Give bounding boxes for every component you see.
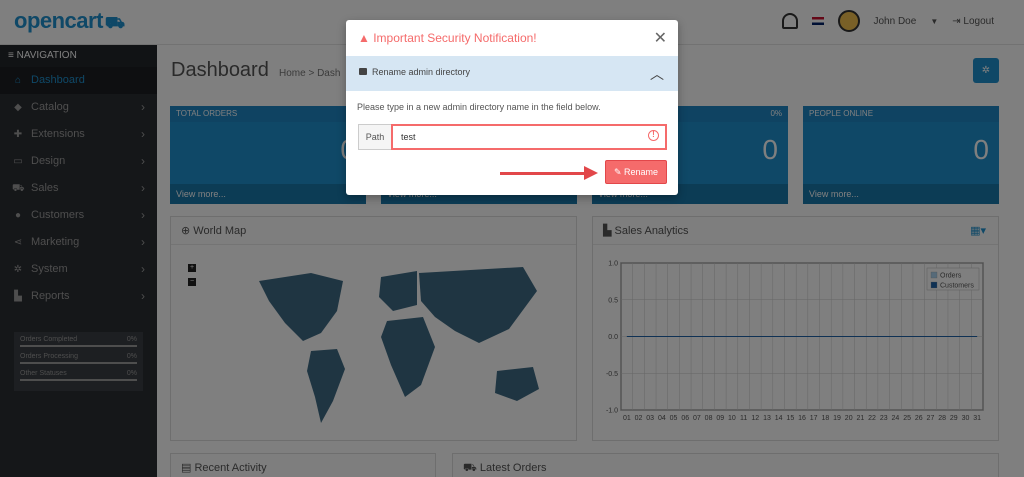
rename-button[interactable]: ✎ Rename: [605, 160, 667, 184]
security-notification-modal: ▲ Important Security Notification! ✕ Ren…: [346, 20, 678, 195]
chevron-up-icon[interactable]: ︿: [650, 64, 664, 84]
lock-icon: [359, 68, 367, 75]
path-label: Path: [358, 124, 391, 150]
modal-title-text: Important Security Notification!: [373, 31, 537, 45]
section-label: Rename admin directory: [372, 67, 471, 77]
modal-title: ▲ Important Security Notification!: [358, 31, 537, 45]
path-input[interactable]: [391, 124, 667, 150]
close-icon[interactable]: ✕: [654, 28, 667, 48]
annotation-arrow: [500, 172, 588, 175]
modal-description: Please type in a new admin directory nam…: [357, 102, 601, 112]
warning-icon: ▲: [358, 31, 374, 45]
error-icon: !: [648, 130, 659, 141]
rename-button-label: Rename: [624, 167, 659, 177]
rename-admin-section[interactable]: Rename admin directory ︿: [346, 56, 678, 91]
pencil-icon: ✎: [613, 167, 624, 177]
annotation-arrow-head: [584, 166, 598, 180]
